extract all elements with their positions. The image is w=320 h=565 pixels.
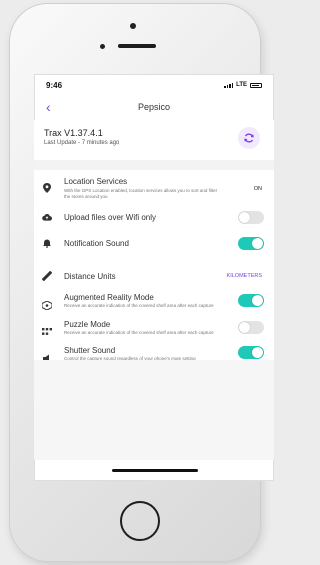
toggle-knob (252, 295, 263, 306)
setting-label: Puzzle Mode (64, 320, 111, 329)
shutter-sound-toggle[interactable] (238, 346, 264, 359)
ruler-icon (42, 271, 52, 281)
sensor-dot (100, 44, 105, 49)
refresh-icon (244, 133, 254, 143)
bell-icon (42, 238, 52, 248)
setting-label: Distance Units (64, 272, 116, 281)
setting-label: Augmented Reality Mode (64, 293, 154, 302)
toggle-knob (239, 322, 250, 333)
last-update-text: Last Update - 7 minutes ago (44, 140, 120, 146)
home-button[interactable] (120, 501, 160, 541)
toggle-knob (252, 347, 263, 358)
distance-units-value[interactable]: KILOMETERS (227, 273, 262, 279)
empty-area (34, 360, 274, 460)
status-bar: 9:46 LTE (34, 74, 274, 94)
toggle-knob (252, 238, 263, 249)
setting-upload-wifi: Upload files over Wifi only (34, 206, 274, 228)
setting-subtitle: Receive an accurate indication of the co… (64, 303, 214, 308)
status-time: 9:46 (46, 81, 63, 90)
signal-icon (224, 82, 234, 88)
nav-bar: ‹ Pepsico (34, 96, 274, 118)
setting-distance-units[interactable]: Distance Units KILOMETERS (34, 266, 274, 286)
app-screen: 9:46 LTE ‹ Pepsico Trax V1.37.4.1 Last U… (34, 74, 274, 481)
setting-location-services[interactable]: Location Services With the GPS Location … (34, 174, 274, 204)
toggle-knob (239, 212, 250, 223)
grid-icon (42, 327, 52, 337)
ar-mode-toggle[interactable] (238, 294, 264, 307)
app-info-card: Trax V1.37.4.1 Last Update - 7 minutes a… (34, 120, 274, 161)
setting-subtitle: Receive an accurate indication of the co… (64, 330, 214, 335)
setting-label: Shutter Sound (64, 346, 116, 355)
wifi-only-toggle[interactable] (238, 211, 264, 224)
location-status-value: ON (253, 186, 262, 192)
setting-notification-sound: Notification Sound (34, 232, 274, 254)
setting-ar-mode: Augmented Reality Mode Receive an accura… (34, 290, 274, 316)
network-label: LTE (236, 82, 247, 88)
front-camera (130, 23, 136, 29)
refresh-button[interactable] (238, 127, 260, 149)
app-version: Trax V1.37.4.1 (44, 128, 103, 138)
home-indicator[interactable] (112, 469, 198, 472)
cloud-upload-icon (42, 212, 52, 222)
setting-label: Location Services (64, 177, 128, 186)
section-divider (34, 160, 274, 170)
setting-label: Notification Sound (64, 239, 129, 248)
setting-label: Upload files over Wifi only (64, 213, 157, 222)
location-pin-icon (42, 183, 52, 193)
battery-icon (250, 82, 262, 88)
setting-subtitle: With the GPS Location enabled, location … (64, 188, 218, 199)
settings-list: Location Services With the GPS Location … (34, 170, 274, 362)
page-title: Pepsico (137, 102, 171, 112)
phone-frame: 9:46 LTE ‹ Pepsico Trax V1.37.4.1 Last U… (10, 4, 274, 561)
notification-sound-toggle[interactable] (238, 237, 264, 250)
status-indicators: LTE (224, 82, 262, 88)
ar-cube-icon (42, 300, 52, 310)
puzzle-mode-toggle[interactable] (238, 321, 264, 334)
earpiece-speaker (118, 44, 156, 48)
setting-puzzle-mode: Puzzle Mode Receive an accurate indicati… (34, 318, 274, 342)
